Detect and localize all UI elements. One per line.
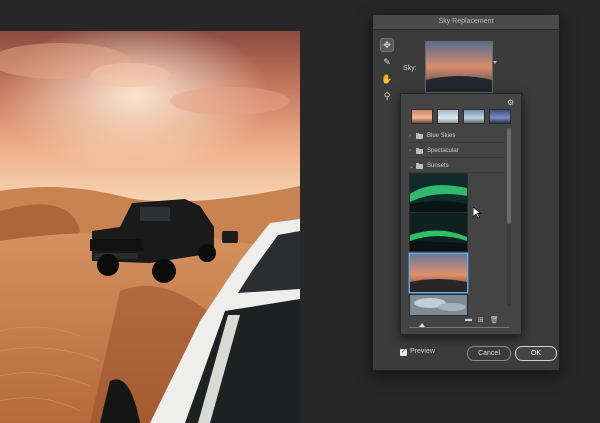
zoom-tool-icon[interactable]: ⚲ (381, 90, 393, 102)
folder-icon (416, 162, 423, 169)
sky-selector[interactable] (425, 41, 493, 93)
sky-preset-aurora-2[interactable] (409, 212, 468, 252)
new-preset-icon[interactable]: ⊞ (478, 316, 484, 324)
sky-preset-cloudy[interactable] (409, 294, 468, 316)
ok-button[interactable]: OK (515, 346, 557, 361)
chevron-down-icon: ⌄ (409, 163, 415, 170)
folder-spectacular[interactable]: › Spectacular (409, 145, 505, 158)
selected-sky-thumbnail (426, 42, 492, 92)
preset-actions: ▬ ⊞ 🗑 (465, 316, 499, 324)
chevron-right-icon: › (409, 133, 411, 139)
sky-preset-popup: ⚙ › Blue Skies › Spectacular ⌄ Sunsets ▬… (400, 93, 522, 335)
move-tool-icon[interactable]: ✥ (380, 38, 394, 52)
sky-preset-sunset-selected[interactable] (408, 252, 469, 294)
dialog-toolbar: ✥ ✎ ✋ ⚲ (380, 38, 395, 107)
folder-label: Spectacular (427, 148, 459, 154)
folder-sunsets[interactable]: ⌄ Sunsets (409, 160, 505, 173)
preview-checkbox[interactable]: ✓ (400, 349, 407, 356)
sky-preset-aurora-1[interactable] (409, 173, 468, 213)
folder-icon[interactable]: ▬ (465, 316, 472, 324)
chevron-right-icon: › (409, 148, 411, 154)
folder-icon (416, 132, 423, 139)
chevron-down-icon[interactable] (493, 61, 497, 64)
cancel-button[interactable]: Cancel (467, 346, 511, 361)
canvas-image[interactable] (0, 31, 300, 423)
recent-skies (411, 109, 511, 124)
preview-label: Preview (410, 348, 435, 355)
gear-icon[interactable]: ⚙ (507, 99, 514, 107)
folder-label: Sunsets (427, 163, 449, 169)
cursor-icon (473, 207, 482, 219)
thumbnail-size-slider[interactable] (409, 327, 509, 328)
recent-sky-thumbnail[interactable] (489, 109, 511, 124)
recent-sky-thumbnail[interactable] (411, 109, 433, 124)
recent-sky-thumbnail[interactable] (463, 109, 485, 124)
sky-label: Sky: (403, 65, 417, 72)
slider-thumb[interactable] (419, 323, 425, 327)
recent-sky-thumbnail[interactable] (437, 109, 459, 124)
folder-icon (416, 147, 423, 154)
folder-blue-skies[interactable]: › Blue Skies (409, 130, 505, 143)
folder-label: Blue Skies (427, 133, 456, 139)
dialog-title: Sky Replacement (373, 15, 559, 30)
sky-brush-tool-icon[interactable]: ✎ (381, 56, 393, 68)
preset-scrollbar[interactable] (507, 128, 511, 306)
trash-icon[interactable]: 🗑 (490, 316, 499, 324)
desert-photo (0, 31, 300, 423)
hand-tool-icon[interactable]: ✋ (381, 73, 393, 85)
scrollbar-thumb[interactable] (507, 128, 511, 224)
